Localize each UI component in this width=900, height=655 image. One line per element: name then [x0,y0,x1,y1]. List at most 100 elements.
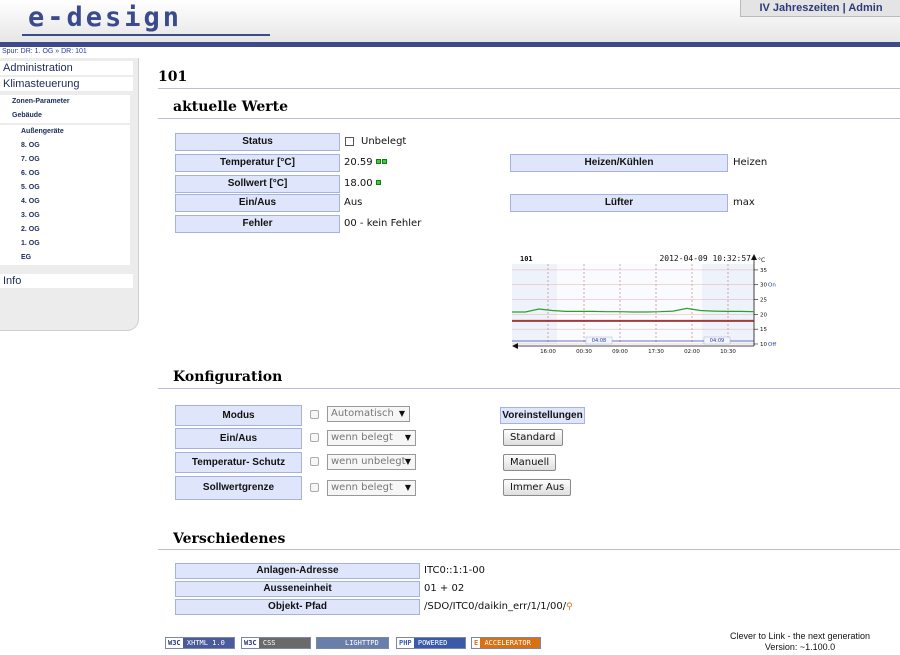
setpoint-indicator-icon [376,180,381,185]
mode-label: Modus [175,405,302,426]
limit-select[interactable]: wenn belegt ▼ [327,480,416,496]
chart-on-label: On [768,283,776,289]
temperature-indicator-icon [376,159,381,164]
fan-value: max [733,197,755,208]
section-rule-current [158,118,900,119]
chart-band [557,264,702,344]
section-title-config: Konfiguration [173,369,283,385]
mode-checkbox[interactable] [310,410,319,419]
chart-timestamp: 2012-04-09 10:32:57 [659,254,751,263]
onoff-label: Ein/Aus [175,194,340,212]
title-rule [158,88,900,89]
sidebar-item-zonen-parameter[interactable]: Zonen-Parameter [0,95,130,109]
config-onoff-label: Ein/Aus [175,428,302,449]
sidebar: Administration Klimasteuerung Zonen-Para… [0,58,139,331]
heatcool-value: Heizen [733,157,768,168]
breadcrumb[interactable]: Spur: DR: 1. OG » DR: 101 [2,48,87,55]
badge-eaccelerator[interactable]: E ACCELERATOR [471,637,541,649]
chart-x-tick-label: 10:30 [720,349,736,355]
chevron-down-icon: ▼ [404,433,411,442]
mode-select[interactable]: Automatisch ▼ [327,406,410,422]
footer-version: Version: ~1.100.0 [764,642,836,652]
chart-y-arrow [751,254,757,260]
temperature-indicator-icon [382,159,387,164]
chevron-down-icon: ▼ [398,409,405,418]
chart-unit-label: °C [758,257,765,264]
section-rule-misc [158,549,900,550]
chevron-down-icon: ▼ [404,483,411,492]
sidebar-item-gebaeude[interactable]: Gebäude [0,109,130,123]
preset-standard-button[interactable]: Standard [503,429,563,446]
config-onoff-checkbox[interactable] [310,433,319,442]
chart-x-tick-label: 02:00 [684,349,700,355]
sidebar-item-aussengeraete[interactable]: Außengeräte [0,125,130,139]
setpoint-value: 18.00 [344,178,373,189]
sidebar-item-7og[interactable]: 7. OG [0,153,130,167]
sidebar-item-5og[interactable]: 5. OG [0,181,130,195]
temperature-label: Temperatur [°C] [175,154,340,172]
error-label: Fehler [175,215,340,233]
setpoint-label: Sollwert [°C] [175,175,340,193]
header: e-design IV Jahreszeiten | Admin [0,0,900,42]
status-value: Unbelegt [361,136,407,147]
protect-select[interactable]: wenn unbelegt ▼ [327,454,416,470]
presets-label: Voreinstellungen [500,407,585,424]
sidebar-item-info[interactable]: Info [0,274,133,288]
heatcool-label: Heizen/Kühlen [510,154,728,172]
temperature-chart: 16:00 00:30 09:00 17:30 02:00 10:30 10 15 20 25 30… [512,254,776,355]
chart-date-label: 04:08 [592,338,606,344]
badge-php[interactable]: PHP POWERED [396,637,466,649]
chart-y-tick-label: 35 [760,268,767,274]
sidebar-item-klimasteuerung[interactable]: Klimasteuerung [0,77,133,91]
magnifier-icon[interactable]: ⚲ [566,602,573,612]
limit-checkbox[interactable] [310,483,319,492]
header-bar [0,42,900,47]
sidebar-item-eg[interactable]: EG [0,251,130,265]
sidebar-item-6og[interactable]: 6. OG [0,167,130,181]
logo-underline [22,34,270,36]
sidebar-item-1og[interactable]: 1. OG [0,237,130,251]
path-value: /SDO/ITC0/daikin_err/1/1/00/⚲ [424,601,573,612]
badge-lighttpd[interactable]: LIGHTTPD [316,637,389,649]
protect-checkbox[interactable] [310,457,319,466]
chevron-down-icon: ▼ [404,457,411,466]
chart-y-tick-label: 20 [760,312,767,318]
temperature-value: 20.59 [344,157,373,168]
chart-x-tick-label: 16:00 [540,349,556,355]
chart-x-tick-label: 00:30 [576,349,592,355]
page-title: 101 [158,69,188,85]
fan-label: Lüfter [510,194,728,212]
address-label: Anlagen-Adresse [175,563,420,579]
outdoor-value: 01 + 02 [424,583,465,594]
footer-tagline: Clever to Link - the next generation [729,631,871,641]
sidebar-item-4og[interactable]: 4. OG [0,195,130,209]
chart-y-tick-label: 30 [760,283,767,289]
chart-date-label: 04:09 [710,338,724,344]
chart-y-tick-label: 15 [760,327,767,333]
user-tab[interactable]: IV Jahreszeiten | Admin [740,0,900,17]
section-title-misc: Verschiedenes [173,531,286,547]
section-rule-config [158,388,900,389]
sidebar-item-3og[interactable]: 3. OG [0,209,130,223]
preset-manual-button[interactable]: Manuell [503,454,557,471]
chart-off-label: Off [768,342,776,348]
badge-css[interactable]: W3C CSS [241,637,311,649]
sidebar-item-2og[interactable]: 2. OG [0,223,130,237]
logo[interactable]: e-design [28,2,182,33]
onoff-value: Aus [344,197,363,208]
sidebar-item-administration[interactable]: Administration [0,61,133,75]
sidebar-item-8og[interactable]: 8. OG [0,139,130,153]
outdoor-label: Ausseneinheit [175,581,420,597]
config-onoff-select[interactable]: wenn belegt ▼ [327,430,416,446]
chart-title: 101 [520,255,533,263]
address-value: ITC0::1:1-00 [424,565,485,576]
limit-label: Sollwertgrenze [175,476,302,500]
preset-off-button[interactable]: Immer Aus [503,479,572,496]
status-checkbox [345,137,354,146]
error-value: 00 - kein Fehler [344,218,422,229]
badge-xhtml[interactable]: W3C XHTML 1.0 [165,637,235,649]
chart-y-tick-label: 10 [760,342,767,348]
chart-x-tick-label: 17:30 [648,349,664,355]
chart-y-tick-label: 25 [760,298,767,304]
status-label: Status [175,133,340,151]
